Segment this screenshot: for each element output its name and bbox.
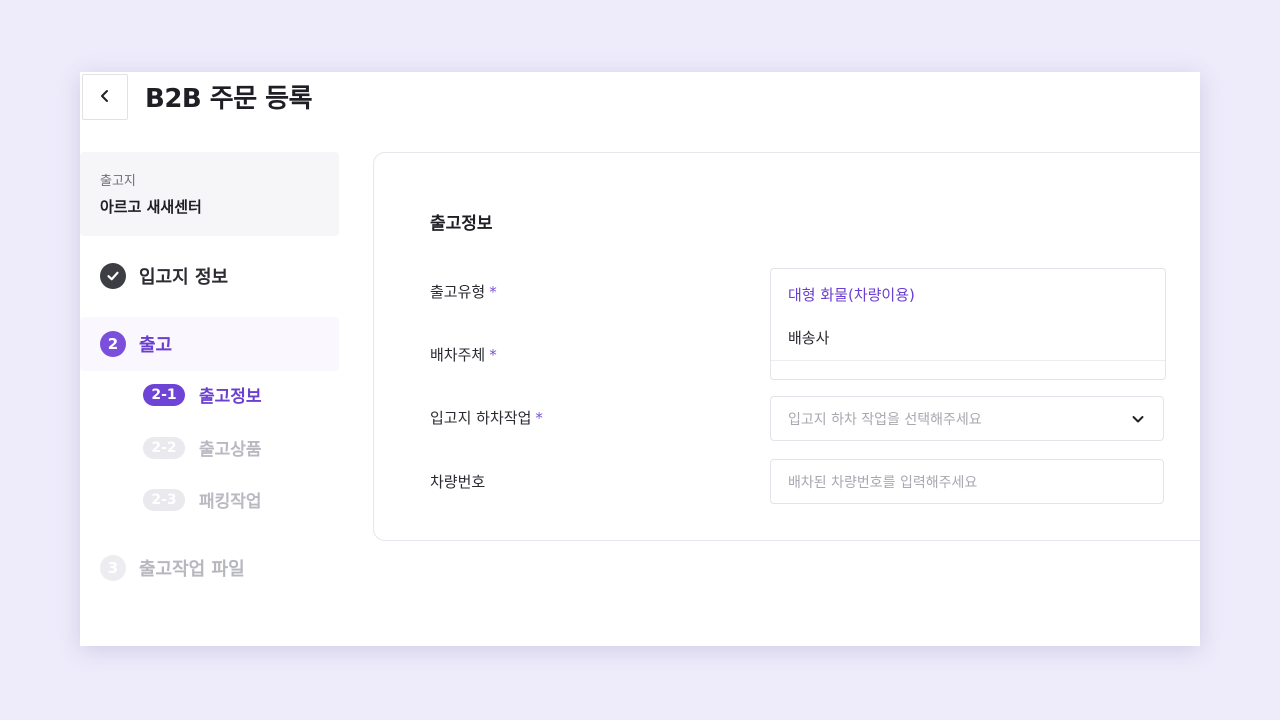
step-number: 3: [100, 555, 126, 581]
placeholder: 배차된 차량번호를 입력해주세요: [788, 474, 978, 491]
substep-outbound-products[interactable]: 2-2 출고상품: [143, 435, 262, 460]
step-label: 입고지 정보: [139, 267, 229, 288]
label-text: 입고지 하차작업: [430, 409, 532, 427]
chevron-left-icon: [98, 88, 112, 107]
back-button[interactable]: [82, 74, 128, 120]
substep-packing[interactable]: 2-3 패킹작업: [143, 487, 262, 512]
substep-label: 출고정보: [199, 387, 262, 407]
step-outbound[interactable]: 2 출고: [100, 331, 172, 357]
divider: [771, 360, 1165, 361]
check-icon: [100, 263, 126, 289]
origin-info: 출고지 아르고 새새센터: [80, 152, 339, 236]
placeholder: 입고지 하차 작업을 선택해주세요: [788, 411, 982, 428]
substep-label: 패킹작업: [199, 492, 262, 512]
chevron-down-icon: [1129, 410, 1147, 428]
required-mark: *: [489, 346, 497, 364]
step-number: 2: [100, 331, 126, 357]
section-title: 출고정보: [430, 214, 493, 234]
outbound-type-dropdown[interactable]: 대형 화물(차량이용) 배송사: [770, 268, 1166, 380]
substep-number: 2-1: [143, 383, 185, 406]
step-destination-info[interactable]: 입고지 정보: [100, 263, 228, 289]
vehicle-number-input[interactable]: 배차된 차량번호를 입력해주세요: [770, 459, 1164, 504]
option-large-freight[interactable]: 대형 화물(차량이용): [788, 284, 915, 305]
origin-value: 아르고 새새센터: [100, 198, 202, 216]
outbound-info-card: 출고정보 출고유형 * 배차주체 * 입고지 하차작업 * 차량번호 대형 화물(차량…: [373, 152, 1200, 541]
step-outbound-file[interactable]: 3 출고작업 파일: [100, 555, 245, 581]
unload-work-select[interactable]: 입고지 하차 작업을 선택해주세요: [770, 396, 1164, 441]
outbound-type-label: 출고유형 *: [430, 281, 497, 302]
required-mark: *: [489, 283, 497, 301]
dispatcher-label: 배차주체 *: [430, 344, 497, 365]
step-label: 출고작업 파일: [139, 559, 245, 580]
origin-label: 출고지: [100, 174, 136, 189]
label-text: 배차주체: [430, 346, 486, 364]
vehicle-number-label: 차량번호: [430, 473, 486, 491]
substep-number: 2-3: [143, 488, 185, 511]
step-label: 출고: [139, 335, 173, 356]
required-mark: *: [535, 409, 543, 427]
substep-outbound-info[interactable]: 2-1 출고정보: [143, 382, 262, 407]
page-title: B2B 주문 등록: [145, 84, 313, 114]
substep-label: 출고상품: [199, 440, 262, 460]
label-text: 출고유형: [430, 283, 486, 301]
option-courier[interactable]: 배송사: [788, 327, 829, 348]
unload-work-label: 입고지 하차작업 *: [430, 407, 543, 428]
b2b-order-window: B2B 주문 등록 출고지 아르고 새새센터 입고지 정보 2 출고 2-1 출…: [80, 72, 1200, 646]
substep-number: 2-2: [143, 436, 185, 459]
